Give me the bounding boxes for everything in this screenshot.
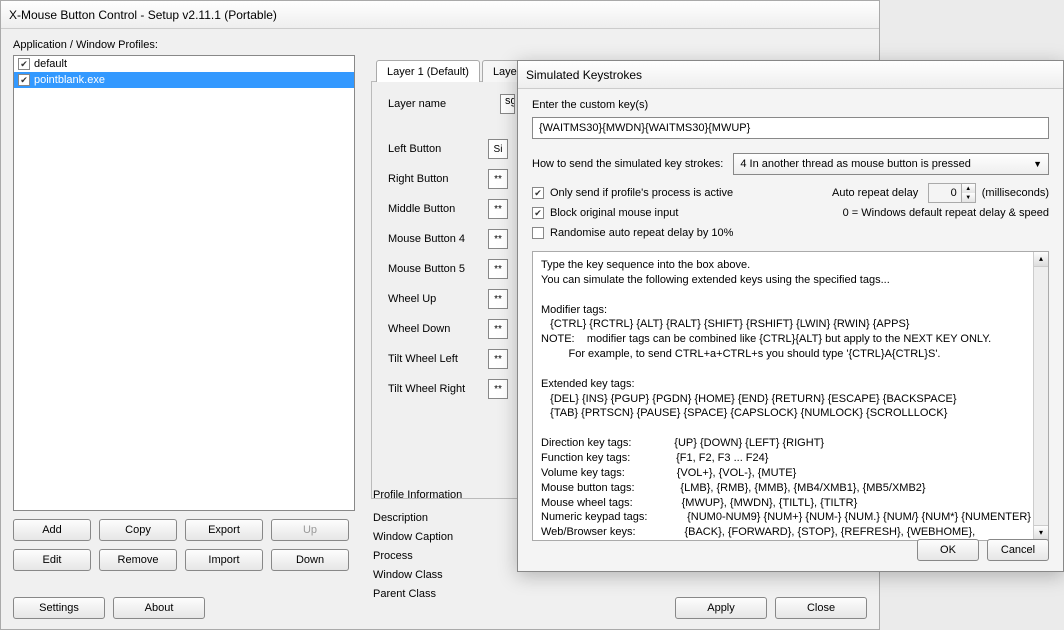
profile-info-item: Description [373, 512, 462, 531]
main-titlebar: X-Mouse Button Control - Setup v2.11.1 (… [1, 1, 879, 29]
scrollbar[interactable] [1033, 252, 1048, 540]
dropdown-value: 4 In another thread as mouse button is p… [740, 158, 971, 170]
layer-name-input[interactable]: sg [500, 94, 515, 114]
enter-keys-label: Enter the custom key(s) [532, 99, 1049, 111]
about-button[interactable]: About [113, 597, 205, 619]
button-label: Mouse Button 4 [388, 233, 488, 245]
button-assign[interactable]: ** [488, 229, 508, 249]
button-label: Tilt Wheel Right [388, 383, 488, 395]
auto-repeat-label: Auto repeat delay [832, 187, 918, 199]
profile-info-item: Process [373, 550, 462, 569]
how-send-dropdown[interactable]: 4 In another thread as mouse button is p… [733, 153, 1049, 175]
auto-repeat-spinner[interactable]: ▲▼ [928, 183, 976, 203]
copy-button[interactable]: Copy [99, 519, 177, 541]
export-button[interactable]: Export [185, 519, 263, 541]
checkbox-randomise[interactable] [532, 227, 544, 239]
profile-name: default [34, 58, 67, 70]
button-label: Wheel Down [388, 323, 488, 335]
checkbox-icon[interactable] [18, 58, 30, 70]
auto-repeat-unit: (milliseconds) [982, 187, 1049, 199]
profile-item-default[interactable]: default [14, 56, 354, 72]
button-assign[interactable]: ** [488, 289, 508, 309]
import-button[interactable]: Import [185, 549, 263, 571]
checkbox-only-send[interactable] [532, 187, 544, 199]
modal-titlebar[interactable]: Simulated Keystrokes [518, 61, 1063, 89]
cancel-button[interactable]: Cancel [987, 539, 1049, 561]
button-label: Mouse Button 5 [388, 263, 488, 275]
profile-list[interactable]: default pointblank.exe [13, 55, 355, 511]
profile-info-header: Profile Information [373, 489, 462, 508]
randomise-label: Randomise auto repeat delay by 10% [550, 227, 733, 239]
how-send-label: How to send the simulated key strokes: [532, 158, 723, 170]
checkbox-block[interactable] [532, 207, 544, 219]
profile-info-item: Parent Class [373, 588, 462, 607]
tab-layer1[interactable]: Layer 1 (Default) [376, 60, 480, 82]
remove-button[interactable]: Remove [99, 549, 177, 571]
edit-button[interactable]: Edit [13, 549, 91, 571]
button-label: Middle Button [388, 203, 488, 215]
help-text: Type the key sequence into the box above… [541, 258, 1040, 541]
only-send-label: Only send if profile's process is active [550, 187, 733, 199]
button-assign[interactable]: ** [488, 199, 508, 219]
block-label: Block original mouse input [550, 207, 678, 219]
button-label: Wheel Up [388, 293, 488, 305]
add-button[interactable]: Add [13, 519, 91, 541]
window-title: X-Mouse Button Control - Setup v2.11.1 (… [9, 8, 277, 22]
layer-name-label: Layer name [388, 98, 488, 110]
ok-button[interactable]: OK [917, 539, 979, 561]
profile-info: Profile Information Description Window C… [373, 489, 462, 607]
button-label: Left Button [388, 143, 488, 155]
profile-name: pointblank.exe [34, 74, 105, 86]
down-button[interactable]: Down [271, 549, 349, 571]
profile-info-item: Window Caption [373, 531, 462, 550]
checkbox-icon[interactable] [18, 74, 30, 86]
simulated-keystrokes-dialog: Simulated Keystrokes Enter the custom ke… [517, 60, 1064, 572]
button-label: Right Button [388, 173, 488, 185]
button-assign[interactable]: ** [488, 349, 508, 369]
chevron-down-icon: ▼ [1033, 159, 1042, 169]
button-assign[interactable]: ** [488, 319, 508, 339]
auto-repeat-input[interactable] [929, 184, 961, 202]
help-text-box[interactable]: Type the key sequence into the box above… [532, 251, 1049, 541]
modal-title: Simulated Keystrokes [526, 68, 642, 82]
button-assign[interactable]: ** [488, 169, 508, 189]
settings-button[interactable]: Settings [13, 597, 105, 619]
zero-note: 0 = Windows default repeat delay & speed [832, 203, 1049, 223]
profiles-label: Application / Window Profiles: [13, 39, 867, 51]
spin-down-icon[interactable]: ▼ [962, 193, 975, 202]
spin-up-icon[interactable]: ▲ [962, 184, 975, 193]
button-assign[interactable]: ** [488, 379, 508, 399]
apply-button[interactable]: Apply [675, 597, 767, 619]
button-label: Tilt Wheel Left [388, 353, 488, 365]
profile-item-pointblank[interactable]: pointblank.exe [14, 72, 354, 88]
button-assign[interactable]: ** [488, 259, 508, 279]
button-assign[interactable]: Si [488, 139, 508, 159]
close-button[interactable]: Close [775, 597, 867, 619]
up-button[interactable]: Up [271, 519, 349, 541]
custom-keys-input[interactable]: {WAITMS30}{MWDN}{WAITMS30}{MWUP} [532, 117, 1049, 139]
profile-info-item: Window Class [373, 569, 462, 588]
